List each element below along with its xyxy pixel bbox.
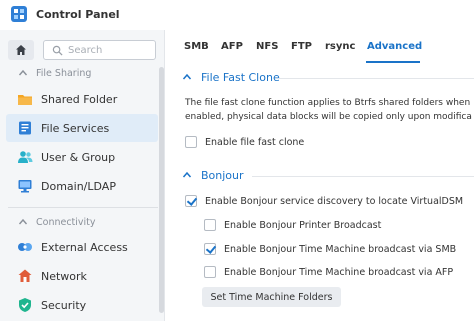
tab-smb[interactable]: SMB: [184, 41, 209, 52]
sidebar-item-security[interactable]: Security: [6, 291, 158, 319]
bonjour-tm-afp-option[interactable]: Enable Bonjour Time Machine broadcast vi…: [204, 264, 453, 280]
folder-icon: [18, 95, 32, 105]
enable-bonjour-checkbox[interactable]: [185, 195, 197, 207]
sidebar-item-domain-ldap[interactable]: Domain/LDAP: [6, 172, 158, 200]
home-icon: [16, 45, 26, 55]
sidebar-item-user-group[interactable]: User & Group: [6, 143, 158, 171]
window-title: Control Panel: [36, 8, 120, 21]
chevron-up-icon: [18, 69, 28, 76]
sidebar-group-file-sharing[interactable]: File Sharing: [0, 64, 158, 82]
fast-clone-description-line-2: enabled, physical data blocks will be co…: [185, 112, 472, 122]
search-input[interactable]: [68, 43, 152, 57]
enable-fast-clone-option[interactable]: Enable file fast clone: [185, 134, 304, 150]
shield-icon: [19, 298, 31, 312]
chevron-up-icon: [182, 171, 192, 178]
checkbox-label: Enable Bonjour Printer Broadcast: [224, 219, 382, 231]
tab-afp[interactable]: AFP: [221, 41, 243, 52]
chevron-up-icon: [182, 73, 192, 80]
sidebar-divider: [8, 207, 158, 208]
control-panel-icon: [11, 6, 27, 22]
sidebar-item-network[interactable]: Network: [6, 262, 158, 290]
sidebar-item-shared-folder[interactable]: Shared Folder: [6, 85, 158, 113]
network-icon: [18, 269, 32, 282]
section-file-fast-clone-header[interactable]: File Fast Clone: [182, 69, 280, 85]
section-divider: [278, 78, 474, 79]
bonjour-printer-checkbox[interactable]: [204, 219, 216, 231]
tab-advanced[interactable]: Advanced: [367, 41, 422, 52]
section-title: Bonjour: [201, 168, 244, 182]
users-icon: [18, 151, 33, 163]
section-bonjour-header[interactable]: Bonjour: [182, 167, 244, 183]
home-button[interactable]: [8, 40, 34, 60]
sidebar-group-connectivity[interactable]: Connectivity: [0, 213, 158, 231]
file-services-icon: [19, 121, 31, 135]
sidebar-item-label: Security: [41, 298, 87, 312]
checkbox-label: Enable Bonjour service discovery to loca…: [205, 195, 464, 207]
bonjour-printer-option[interactable]: Enable Bonjour Printer Broadcast: [204, 217, 381, 233]
sidebar-item-label: File Services: [41, 121, 110, 135]
bonjour-tm-smb-checkbox[interactable]: [204, 243, 216, 255]
tab-bar: SMB AFP NFS FTP rsync Advanced: [166, 30, 474, 64]
fast-clone-description-line-1: The file fast clone function applies to …: [185, 98, 471, 108]
checkbox-label: Enable Bonjour Time Machine broadcast vi…: [224, 266, 454, 278]
main-panel: SMB AFP NFS FTP rsync Advanced File Fast…: [166, 30, 474, 321]
sidebar-item-label: Shared Folder: [41, 92, 118, 106]
set-time-machine-folders-button[interactable]: Set Time Machine Folders: [202, 287, 341, 307]
active-tab-indicator: [366, 61, 420, 63]
sidebar-item-label: User & Group: [41, 150, 116, 164]
sidebar-item-label: Network: [41, 269, 87, 283]
tab-rsync[interactable]: rsync: [325, 41, 355, 52]
sidebar-item-label: External Access: [41, 240, 128, 254]
domain-icon: [18, 180, 32, 193]
checkbox-label: Enable Bonjour Time Machine broadcast vi…: [224, 243, 457, 255]
enable-fast-clone-checkbox[interactable]: [185, 136, 197, 148]
search-icon: [52, 45, 63, 56]
title-bar: Control Panel: [0, 0, 474, 30]
bonjour-tm-smb-option[interactable]: Enable Bonjour Time Machine broadcast vi…: [204, 241, 456, 257]
external-access-icon: [18, 243, 32, 251]
tab-nfs[interactable]: NFS: [256, 41, 278, 52]
sidebar-group-label: File Sharing: [36, 67, 92, 79]
sidebar-item-file-services[interactable]: File Services: [6, 114, 158, 142]
section-title: File Fast Clone: [201, 70, 280, 84]
search-box[interactable]: [43, 40, 156, 60]
sidebar-scrollbar[interactable]: [159, 67, 164, 313]
sidebar-group-label: Connectivity: [36, 216, 96, 228]
sidebar-item-label: Domain/LDAP: [41, 179, 116, 193]
sidebar-item-external-access[interactable]: External Access: [6, 233, 158, 261]
enable-bonjour-option[interactable]: Enable Bonjour service discovery to loca…: [185, 193, 463, 209]
checkbox-label: Enable file fast clone: [205, 136, 305, 148]
bonjour-tm-afp-checkbox[interactable]: [204, 266, 216, 278]
tab-ftp[interactable]: FTP: [291, 41, 312, 52]
sidebar: File Sharing Shared Folder File Services…: [0, 30, 165, 321]
section-divider: [252, 176, 474, 177]
chevron-up-icon: [18, 218, 28, 225]
